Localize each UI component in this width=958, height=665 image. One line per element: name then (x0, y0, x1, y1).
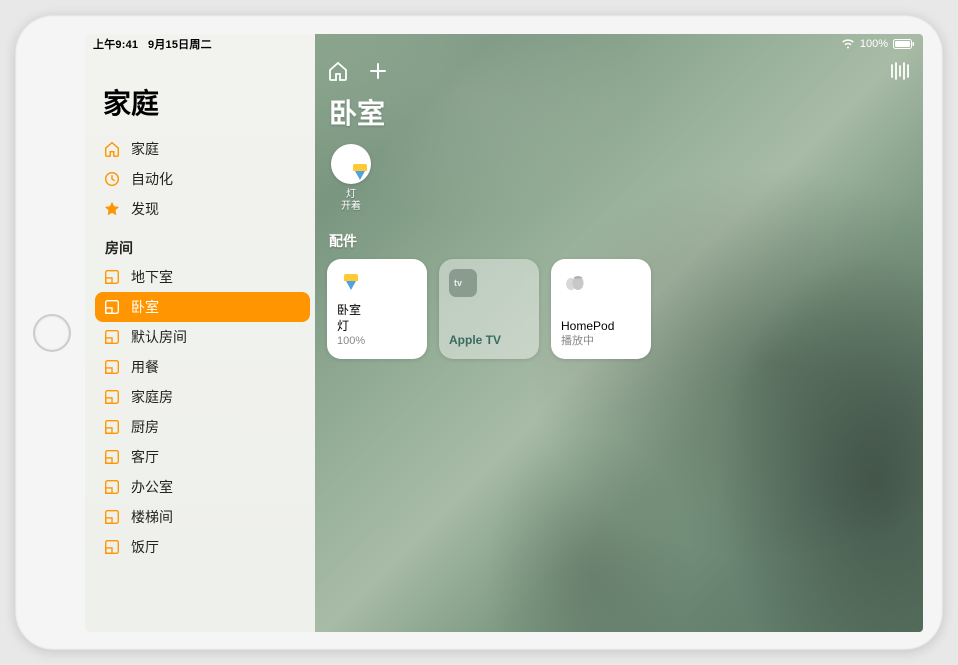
status-battery-text: 100% (860, 38, 888, 50)
intercom-icon[interactable] (889, 60, 911, 82)
accessory-tile[interactable]: tv Apple TV (439, 259, 539, 359)
appletv-icon: tv (449, 269, 477, 297)
sidebar-room-item[interactable]: 家庭房 (95, 382, 310, 412)
sidebar-room-item[interactable]: 地下室 (95, 262, 310, 292)
sidebar-item-label: 家庭房 (131, 387, 173, 407)
sidebar-item-automation[interactable]: 自动化 (95, 164, 310, 194)
sidebar-item-label: 自动化 (131, 169, 173, 189)
sidebar-room-item[interactable]: 楼梯间 (95, 502, 310, 532)
homepod-icon (561, 269, 589, 297)
app-title: 家庭 (103, 82, 310, 122)
room-title: 卧室 (329, 92, 911, 132)
sidebar-item-discover[interactable]: 发现 (95, 194, 310, 224)
status-time: 上午9:41 (93, 39, 138, 51)
tile-sub: 播放中 (561, 334, 641, 348)
sidebar-item-label: 楼梯间 (131, 507, 173, 527)
sidebar-item-home[interactable]: 家庭 (95, 134, 310, 164)
tile-sub: 100% (337, 334, 417, 348)
sidebar-room-item[interactable]: 默认房间 (95, 322, 310, 352)
room-icon (103, 268, 121, 286)
main-content: 卧室 灯 开着 配件 卧室灯100%tvApple TVHo (315, 34, 923, 632)
room-icon (103, 538, 121, 556)
accessories-header: 配件 (329, 231, 911, 251)
wifi-icon (841, 39, 855, 49)
sidebar-item-label: 客厅 (131, 447, 159, 467)
status-label: 灯 开着 (341, 189, 361, 213)
room-icon (103, 418, 121, 436)
sidebar-item-label: 家庭 (131, 139, 159, 159)
star-icon (103, 200, 121, 218)
tile-name-2: 灯 (337, 319, 417, 335)
status-bar: 上午9:41 9月15日周二 100% (85, 34, 923, 54)
sidebar-item-label: 厨房 (131, 417, 159, 437)
sidebar-room-item[interactable]: 用餐 (95, 352, 310, 382)
accessory-tile[interactable]: 卧室灯100% (327, 259, 427, 359)
add-icon[interactable] (367, 60, 389, 82)
clock-icon (103, 170, 121, 188)
sidebar-room-item[interactable]: 厨房 (95, 412, 310, 442)
rooms-section-header: 房间 (105, 238, 310, 258)
sidebar-room-item[interactable]: 饭厅 (95, 532, 310, 562)
sidebar-room-item[interactable]: 卧室 (95, 292, 310, 322)
sidebar-item-label: 饭厅 (131, 537, 159, 557)
ipad-home-button[interactable] (33, 314, 71, 352)
sidebar-item-label: 用餐 (131, 357, 159, 377)
tile-name: 卧室 (337, 303, 417, 319)
sidebar-item-label: 默认房间 (131, 327, 187, 347)
sidebar-room-item[interactable]: 客厅 (95, 442, 310, 472)
home-icon (103, 140, 121, 158)
room-icon (103, 358, 121, 376)
sidebar-item-label: 地下室 (131, 267, 173, 287)
sidebar-item-label: 办公室 (131, 477, 173, 497)
sidebar-item-label: 发现 (131, 199, 159, 219)
battery-icon (893, 39, 915, 49)
tile-name: HomePod (561, 319, 641, 335)
room-icon (103, 388, 121, 406)
room-icon (103, 508, 121, 526)
room-status-light[interactable]: 灯 开着 (329, 144, 373, 213)
tile-name: Apple TV (449, 333, 529, 349)
room-icon (103, 478, 121, 496)
status-date: 9月15日周二 (148, 39, 212, 51)
svg-text:tv: tv (454, 278, 462, 288)
lamp-icon (337, 269, 365, 297)
sidebar-item-label: 卧室 (131, 297, 159, 317)
room-icon (103, 298, 121, 316)
home-nav-icon[interactable] (327, 60, 349, 82)
room-icon (103, 328, 121, 346)
sidebar: 家庭 家庭 自动化 发现 房间 (85, 34, 315, 632)
sidebar-room-item[interactable]: 办公室 (95, 472, 310, 502)
toolbar (327, 60, 911, 88)
accessory-tile[interactable]: HomePod播放中 (551, 259, 651, 359)
room-icon (103, 448, 121, 466)
